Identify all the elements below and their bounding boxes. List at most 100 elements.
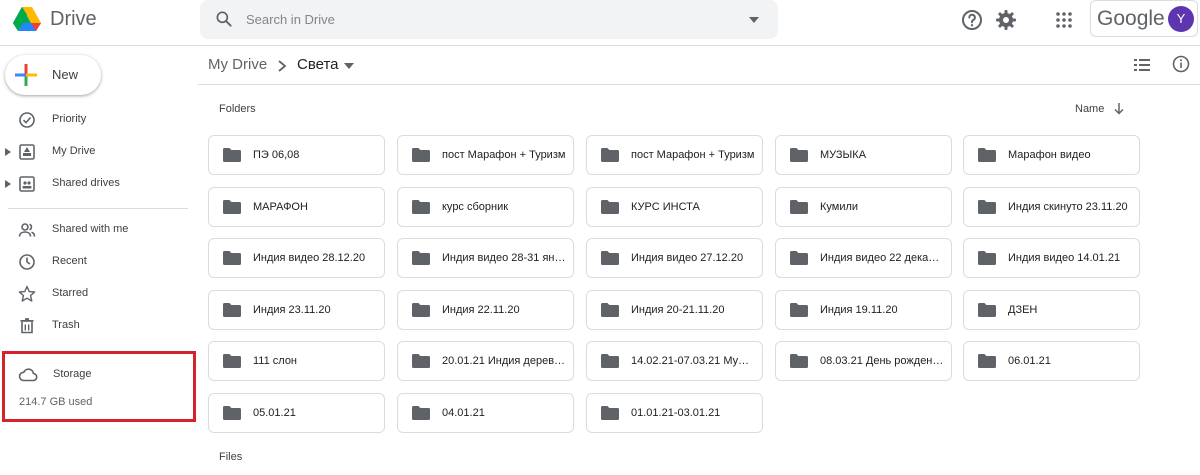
folder-name: Индия видео 28.12.20 — [253, 252, 366, 264]
sidebar-item-my-drive[interactable]: My Drive — [0, 138, 190, 166]
breadcrumb-my-drive[interactable]: My Drive — [208, 56, 267, 73]
account-switcher[interactable]: Google Y — [1090, 0, 1198, 37]
folder-card[interactable]: 04.01.21 — [397, 393, 574, 433]
folder-name: 08.03.21 День рождения — [820, 355, 944, 367]
sort-direction-arrow-icon[interactable] — [1113, 102, 1125, 115]
folder-icon — [978, 251, 996, 265]
folder-icon — [978, 354, 996, 368]
folder-card[interactable]: Индия 19.11.20 — [775, 290, 952, 330]
folder-card[interactable]: Индия видео 27.12.20 — [586, 238, 763, 278]
folder-icon — [223, 200, 241, 214]
folder-icon — [601, 406, 619, 420]
folder-card[interactable]: МАРАФОН — [208, 187, 385, 227]
cloud-icon — [18, 368, 38, 382]
folder-card[interactable]: ДЗЕН — [963, 290, 1140, 330]
folder-card[interactable]: Индия 22.11.20 — [397, 290, 574, 330]
my-drive-icon — [19, 144, 35, 160]
header-divider — [198, 84, 1200, 85]
settings-gear-icon[interactable] — [994, 8, 1018, 32]
folder-name: пост Марафон + Туризм — [631, 149, 755, 161]
folder-name: 04.01.21 — [442, 407, 485, 419]
folder-card[interactable]: 01.01.21-03.01.21 — [586, 393, 763, 433]
folder-icon — [412, 148, 430, 162]
folder-card[interactable]: 08.03.21 День рождения — [775, 341, 952, 381]
folder-card[interactable]: Индия видео 22 декабря — [775, 238, 952, 278]
folder-card[interactable]: 05.01.21 — [208, 393, 385, 433]
folder-name: 01.01.21-03.01.21 — [631, 407, 721, 419]
folder-icon — [790, 303, 808, 317]
help-icon[interactable] — [960, 8, 984, 32]
drive-logo-icon[interactable] — [12, 4, 42, 34]
sidebar-item-priority[interactable]: Priority — [0, 106, 190, 134]
search-bar[interactable] — [200, 0, 778, 39]
folder-card[interactable]: КУРС ИНСТА — [586, 187, 763, 227]
folder-card[interactable]: Марафон видео — [963, 135, 1140, 175]
expand-arrow-icon[interactable] — [4, 147, 12, 157]
folder-card[interactable]: 14.02.21-07.03.21 Мумбаи — [586, 341, 763, 381]
sidebar-item-recent[interactable]: Recent — [0, 248, 190, 276]
sidebar-item-trash[interactable]: Trash — [0, 312, 190, 340]
folder-card[interactable]: Индия скинуто 23.11.20 — [963, 187, 1140, 227]
folder-icon — [223, 406, 241, 420]
folder-name: 05.01.21 — [253, 407, 296, 419]
storage-section[interactable]: Storage 214.7 GB used — [2, 351, 196, 422]
sort-by-name-button[interactable]: Name — [1075, 103, 1104, 115]
expand-arrow-icon[interactable] — [4, 179, 12, 189]
folder-name: 20.01.21 Индия деревня — [442, 355, 566, 367]
sidebar-item-shared-with-me[interactable]: Shared with me — [0, 216, 190, 244]
info-icon[interactable] — [1172, 55, 1190, 73]
folders-section-label: Folders — [219, 103, 256, 115]
folder-name: Индия 20-21.11.20 — [631, 304, 725, 316]
sidebar-divider — [8, 208, 188, 209]
folder-name: Индия 22.11.20 — [442, 304, 520, 316]
folder-icon — [790, 354, 808, 368]
folder-card[interactable]: 06.01.21 — [963, 341, 1140, 381]
search-input[interactable] — [246, 0, 726, 39]
folder-card[interactable]: Индия 20-21.11.20 — [586, 290, 763, 330]
folder-card[interactable]: Кумили — [775, 187, 952, 227]
folder-card[interactable]: ПЭ 06,08 — [208, 135, 385, 175]
breadcrumb-current-folder[interactable]: Света — [297, 56, 339, 73]
folder-card[interactable]: Индия видео 28-31 января — [397, 238, 574, 278]
folder-name: Кумили — [820, 201, 859, 213]
sidebar-item-label: Priority — [52, 113, 87, 125]
folder-name: 14.02.21-07.03.21 Мумбаи — [631, 355, 755, 367]
folder-card[interactable]: МУЗЫКА — [775, 135, 952, 175]
folder-card[interactable]: курс сборник — [397, 187, 574, 227]
folder-name: Индия 19.11.20 — [820, 304, 898, 316]
files-section-label: Files — [219, 451, 243, 463]
new-button[interactable]: New — [5, 55, 101, 95]
folder-icon — [601, 200, 619, 214]
folder-name: пост Марафон + Туризм — [442, 149, 566, 161]
folder-name: Индия скинуто 23.11.20 — [1008, 201, 1128, 213]
folder-icon — [601, 148, 619, 162]
shared-drives-icon — [19, 176, 35, 192]
sidebar-item-shared-drives[interactable]: Shared drives — [0, 170, 190, 198]
avatar[interactable]: Y — [1168, 6, 1194, 32]
search-icon[interactable] — [214, 9, 234, 29]
folder-card[interactable]: Индия видео 28.12.20 — [208, 238, 385, 278]
storage-label: Storage — [53, 368, 92, 380]
folder-icon — [412, 406, 430, 420]
folder-card[interactable]: 111 слон — [208, 341, 385, 381]
folder-card[interactable]: Индия 23.11.20 — [208, 290, 385, 330]
folder-icon — [601, 251, 619, 265]
search-options-icon[interactable] — [748, 14, 760, 26]
chevron-down-icon[interactable] — [344, 62, 354, 70]
folder-name: Индия видео 22 декабря — [820, 252, 944, 264]
folder-icon — [223, 303, 241, 317]
folder-name: Марафон видео — [1008, 149, 1091, 161]
folder-card[interactable]: Индия видео 14.01.21 — [963, 238, 1140, 278]
plus-icon — [15, 64, 37, 86]
folder-card[interactable]: 20.01.21 Индия деревня — [397, 341, 574, 381]
folder-card[interactable]: пост Марафон + Туризм — [397, 135, 574, 175]
folder-name: ДЗЕН — [1008, 304, 1038, 316]
folder-icon — [978, 200, 996, 214]
folder-name: Индия видео 28-31 января — [442, 252, 566, 264]
list-view-icon[interactable] — [1133, 57, 1151, 73]
apps-grid-icon[interactable] — [1052, 8, 1076, 32]
folder-name: МАРАФОН — [253, 201, 308, 213]
folder-card[interactable]: пост Марафон + Туризм — [586, 135, 763, 175]
sidebar-item-starred[interactable]: Starred — [0, 280, 190, 308]
folder-name: 111 слон — [253, 355, 298, 367]
